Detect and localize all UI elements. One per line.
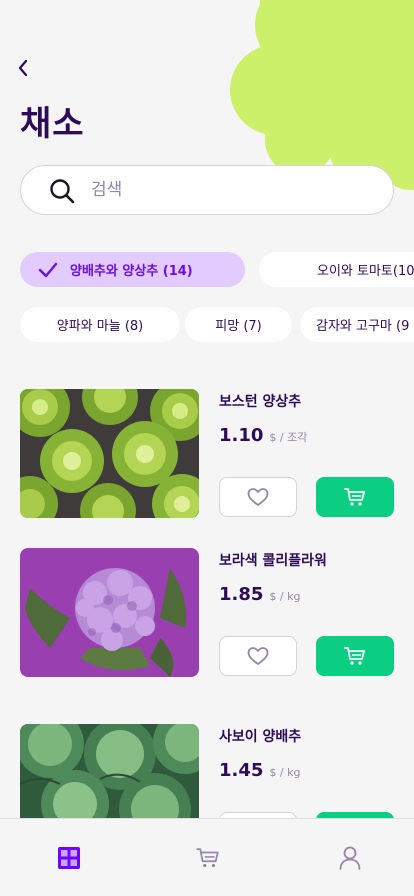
category-chip-label: 감자와 고구마 (9: [316, 319, 410, 334]
product-price-row: 1.85 $ / kg: [219, 584, 300, 605]
product-price-row: 1.45 $ / kg: [219, 760, 300, 781]
search-input[interactable]: [91, 175, 371, 205]
product-name: 보라색 콜리플라워: [219, 553, 327, 569]
category-chip-cabbage-lettuce[interactable]: 양배추와 양상추 (14): [20, 252, 245, 287]
category-chip-label: 오이와 토마토(10: [317, 264, 414, 279]
product-price: 1.10: [219, 425, 264, 446]
search-bar[interactable]: [20, 165, 394, 215]
product-image-purple-cauliflower: [20, 548, 199, 677]
product-card[interactable]: 보라색 콜리플라워 1.85 $ / kg: [20, 548, 394, 678]
cart-icon: [344, 488, 365, 506]
tab-home[interactable]: [56, 845, 82, 871]
product-unit: $ / kg: [269, 590, 301, 603]
check-icon: [38, 262, 58, 277]
product-card[interactable]: 보스턴 양상추 1.10 $ / 조각: [20, 389, 394, 519]
add-to-cart-button[interactable]: [316, 636, 394, 676]
category-chip-peppers[interactable]: 피망 (7): [185, 307, 292, 342]
product-image-boston-lettuce: [20, 389, 199, 518]
category-chip-label: 피망 (7): [215, 319, 262, 334]
favorite-button[interactable]: [219, 636, 297, 676]
heart-icon: [247, 488, 269, 506]
product-name: 보스턴 양상추: [219, 394, 302, 410]
category-chip-label: 양파와 마늘 (8): [56, 319, 144, 334]
chevron-left-icon: [18, 59, 28, 77]
add-to-cart-button[interactable]: [316, 477, 394, 517]
category-chip-onion-garlic[interactable]: 양파와 마늘 (8): [20, 307, 180, 342]
product-price: 1.85: [219, 584, 264, 605]
favorite-button[interactable]: [219, 477, 297, 517]
product-price-row: 1.10 $ / 조각: [219, 425, 307, 446]
grid-icon: [58, 847, 80, 869]
back-button[interactable]: [14, 56, 34, 80]
tab-cart[interactable]: [195, 845, 221, 871]
cart-icon: [344, 647, 365, 665]
product-name: 사보이 양배추: [219, 729, 302, 745]
heart-icon: [247, 647, 269, 665]
user-icon: [339, 846, 361, 870]
product-price: 1.45: [219, 760, 264, 781]
product-unit: $ / 조각: [269, 431, 308, 444]
cart-icon: [196, 848, 219, 868]
page-title: 채소: [20, 104, 85, 144]
category-chip-label: 양배추와 양상추 (14): [70, 264, 193, 279]
category-chip-cucumber-tomato[interactable]: 오이와 토마토(10: [259, 252, 414, 287]
tab-profile[interactable]: [337, 845, 363, 871]
search-icon: [50, 179, 75, 204]
category-chip-potato-sweet-potato[interactable]: 감자와 고구마 (9: [300, 307, 414, 342]
bottom-tab-bar: [0, 818, 414, 896]
product-unit: $ / kg: [269, 766, 301, 779]
